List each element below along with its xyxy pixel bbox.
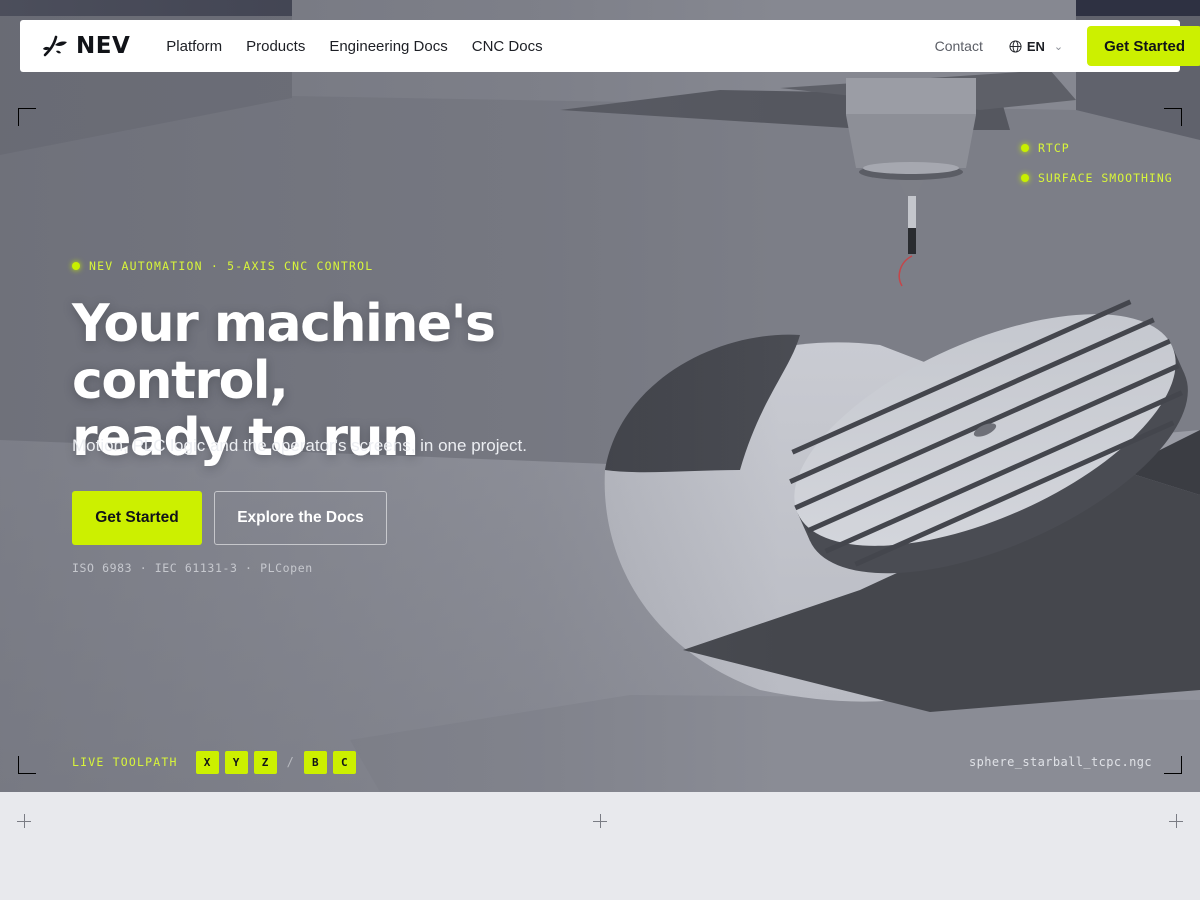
feature-tag-label: RTCP [1038, 141, 1070, 155]
axis-badge-b: B [303, 750, 327, 774]
top-navbar: NEV Platform Products Engineering Docs C… [20, 20, 1200, 72]
feature-tag-surface-smoothing: SURFACE SMOOTHING [1021, 171, 1173, 185]
corner-bracket-top-right [1164, 108, 1182, 126]
lower-section [0, 792, 1200, 900]
headline-line-1: Your machine's control, [72, 294, 496, 411]
chevron-down-icon: ⌄ [1053, 40, 1064, 53]
language-selector[interactable]: EN ⌄ [1009, 39, 1063, 54]
feature-tag-label: SURFACE SMOOTHING [1038, 171, 1173, 185]
get-started-button[interactable]: Get Started [72, 491, 202, 545]
live-toolpath-bar: LIVE TOOLPATH X Y Z / B C [72, 750, 356, 774]
toolpath-filename: sphere_starball_tcpc.ngc [969, 755, 1152, 769]
plus-icon [1169, 814, 1183, 828]
status-dot-icon [72, 262, 80, 270]
nev-logo[interactable]: NEV [42, 33, 130, 59]
leaf-sprout-icon [43, 35, 67, 57]
logo-text: NEV [76, 33, 131, 59]
nav-link-cnc-docs[interactable]: CNC Docs [472, 38, 543, 55]
axis-badge-x: X [195, 750, 219, 774]
corner-bracket-top-left [18, 108, 36, 126]
corner-bracket-bottom-right [1164, 756, 1182, 774]
corner-bracket-bottom-left [18, 756, 36, 774]
nav-link-platform[interactable]: Platform [166, 38, 222, 55]
axis-badge-y: Y [224, 750, 248, 774]
axis-separator: / [286, 755, 294, 769]
live-toolpath-label: LIVE TOOLPATH [72, 755, 178, 769]
hero-subhead: Motion, PLC logic and the operator's scr… [72, 436, 527, 455]
globe-icon [1009, 39, 1022, 53]
language-code: EN [1026, 38, 1045, 54]
plus-icon [593, 814, 607, 828]
nav-link-engineering-docs[interactable]: Engineering Docs [329, 38, 447, 55]
axis-badge-c: C [332, 750, 356, 774]
plus-icon [17, 814, 31, 828]
nav-link-products[interactable]: Products [246, 38, 305, 55]
axis-badge-z: Z [253, 750, 277, 774]
status-dot-icon [1021, 144, 1029, 152]
status-dot-icon [1021, 174, 1029, 182]
eyebrow-text: NEV AUTOMATION · 5-AXIS CNC CONTROL [89, 259, 374, 273]
standards-list: ISO 6983 · IEC 61131-3 · PLCopen [72, 561, 313, 575]
hero-eyebrow: NEV AUTOMATION · 5-AXIS CNC CONTROL [72, 259, 373, 273]
feature-tag-rtcp: RTCP [1021, 141, 1070, 155]
explore-docs-button[interactable]: Explore the Docs [214, 491, 387, 545]
nav-get-started-button[interactable]: Get Started [1087, 26, 1200, 66]
hero-section: RTCP SURFACE SMOOTHING NEV AUTOMATION · … [0, 0, 1200, 792]
contact-link[interactable]: Contact [935, 38, 983, 54]
